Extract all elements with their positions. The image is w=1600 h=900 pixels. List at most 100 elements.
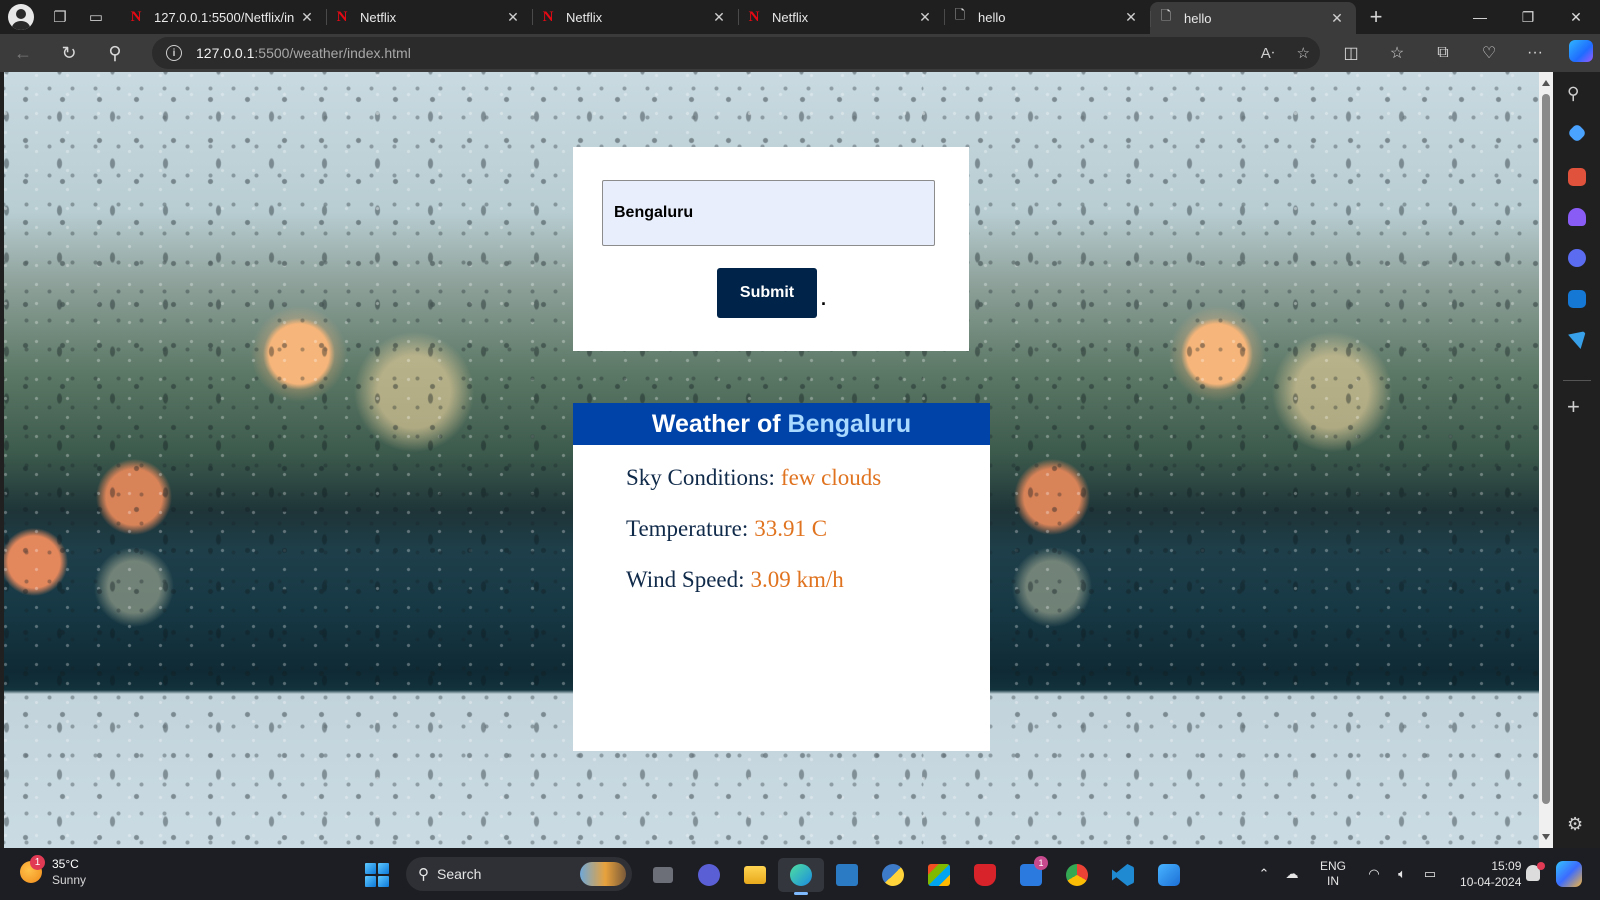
weather-condition: Sunny xyxy=(52,873,87,887)
copilot-icon[interactable] xyxy=(1558,39,1600,67)
refresh-icon[interactable]: ↻ xyxy=(46,43,92,64)
close-tab-icon[interactable]: ✕ xyxy=(298,9,316,26)
onedrive-cloud-icon[interactable]: ☁ xyxy=(1278,866,1306,882)
tab-title: Netflix xyxy=(360,9,397,25)
copilot-taskbar-icon[interactable] xyxy=(1556,861,1582,887)
minimize-icon[interactable]: — xyxy=(1456,0,1504,34)
outlook-icon[interactable] xyxy=(1568,290,1586,308)
close-tab-icon[interactable]: ✕ xyxy=(916,9,934,26)
sidebar-settings-icon[interactable]: ⚙ xyxy=(1567,814,1583,835)
mysql-workbench-icon[interactable] xyxy=(824,858,870,892)
date: 10-04-2024 xyxy=(1460,875,1522,889)
meet-camera-icon[interactable] xyxy=(686,858,732,892)
close-tab-icon[interactable]: ✕ xyxy=(504,9,522,26)
tab-hello[interactable]: 🗋 hello ✕ xyxy=(944,0,1150,34)
sky-value: few clouds xyxy=(780,465,882,490)
restore-icon[interactable]: ❐ xyxy=(1504,0,1552,34)
more-menu-icon[interactable]: ··· xyxy=(1512,44,1558,62)
sky-conditions-row: Sky Conditions: few clouds xyxy=(626,465,881,491)
battery-icon[interactable]: ▭ xyxy=(1416,866,1444,882)
submit-button[interactable]: Submit xyxy=(717,268,817,318)
weather-widget[interactable]: 1 35°C Sunny xyxy=(20,855,87,888)
close-window-icon[interactable]: ✕ xyxy=(1552,0,1600,34)
document-icon: 🗋 xyxy=(954,8,966,23)
sun-icon: 1 xyxy=(20,855,45,883)
edge-browser-icon[interactable] xyxy=(778,858,824,895)
page-scrollbar[interactable] xyxy=(1539,72,1553,848)
time: 15:09 xyxy=(1491,859,1522,873)
city-input[interactable] xyxy=(602,180,935,246)
tab-title: hello xyxy=(1184,10,1212,26)
scroll-down-icon[interactable] xyxy=(1542,834,1550,840)
back-arrow-icon[interactable]: ← xyxy=(0,43,46,64)
read-aloud-icon[interactable]: Aᐧ xyxy=(1261,44,1275,62)
tab-hello-active[interactable]: 🗋 hello ✕ xyxy=(1150,2,1356,34)
language-indicator[interactable]: ENG IN xyxy=(1320,859,1346,889)
search-icon[interactable]: ⚲ xyxy=(92,43,138,64)
tab-title: Netflix xyxy=(772,9,809,25)
file-explorer-icon[interactable] xyxy=(732,858,778,892)
temperature-label: Temperature: xyxy=(626,516,749,541)
tab-netflix-local[interactable]: N 127.0.0.1:5500/Netflix/in ✕ xyxy=(120,0,326,34)
teams-icon[interactable]: 1 xyxy=(1008,856,1054,892)
search-icon: ⚲ xyxy=(418,866,429,883)
favorite-star-icon[interactable]: ☆ xyxy=(1297,44,1310,62)
chrome-icon[interactable] xyxy=(1054,858,1100,892)
windows-start-icon[interactable] xyxy=(365,863,389,887)
taskbar-search-label: Search xyxy=(437,866,482,882)
taskbar-search-box[interactable]: ⚲ Search xyxy=(406,857,632,891)
site-info-icon[interactable]: i xyxy=(166,45,182,61)
browser-essentials-icon[interactable]: ♡ xyxy=(1466,43,1512,63)
copilot-sidebar-icon[interactable] xyxy=(1568,249,1586,267)
new-tab-button[interactable]: + xyxy=(1356,4,1396,30)
close-tab-icon[interactable]: ✕ xyxy=(1328,10,1346,27)
send-icon[interactable] xyxy=(1568,331,1586,349)
close-tab-icon[interactable]: ✕ xyxy=(710,9,728,26)
show-hidden-icons-chevron-icon[interactable]: ⌃ xyxy=(1250,866,1278,882)
clock[interactable]: 15:09 10-04-2024 xyxy=(1460,858,1521,890)
tools-briefcase-icon[interactable] xyxy=(1568,168,1586,186)
region-code: IN xyxy=(1327,874,1339,888)
profile-avatar[interactable] xyxy=(8,4,34,30)
close-tab-icon[interactable]: ✕ xyxy=(1122,9,1140,26)
microsoft-store-icon[interactable] xyxy=(916,858,962,892)
weather-heading: Weather of Bengaluru xyxy=(573,403,990,445)
wifi-icon[interactable]: ◠ xyxy=(1360,866,1388,882)
lang-code: ENG xyxy=(1320,859,1347,873)
task-view-icon[interactable] xyxy=(640,858,686,892)
search-highlight-image xyxy=(580,862,626,886)
sidebar-search-icon[interactable]: ⚲ xyxy=(1567,84,1579,104)
scroll-thumb[interactable] xyxy=(1542,94,1550,804)
shopping-tag-icon[interactable] xyxy=(1567,123,1587,143)
address-bar-actions: Aᐧ ☆ xyxy=(1261,37,1310,69)
navigation-bar: ← ↻ ⚲ i 127.0.0.1:5500/weather/index.htm… xyxy=(0,34,1600,72)
url-path: :5500/weather/index.html xyxy=(254,45,411,61)
games-icon[interactable] xyxy=(1568,208,1586,226)
tab-actions-icon[interactable]: ▭ xyxy=(78,0,114,34)
favorites-icon[interactable]: ☆ xyxy=(1374,43,1420,63)
volume-icon[interactable]: 🔈︎ xyxy=(1388,866,1416,882)
window-controls: — ❐ ✕ xyxy=(1456,0,1600,34)
photos-icon[interactable] xyxy=(1146,858,1192,892)
vscode-icon[interactable] xyxy=(1100,858,1146,892)
tab-title: Netflix xyxy=(566,9,603,25)
address-bar[interactable]: i 127.0.0.1:5500/weather/index.html Aᐧ ☆ xyxy=(152,37,1320,69)
split-screen-icon[interactable]: ◫ xyxy=(1328,43,1374,63)
temperature-value: 33.91 C xyxy=(754,516,828,541)
python-idle-icon[interactable] xyxy=(870,858,916,892)
netflix-icon: N xyxy=(748,8,760,25)
netflix-icon: N xyxy=(542,8,554,25)
teams-badge: 1 xyxy=(1034,856,1048,870)
windows-taskbar: 1 35°C Sunny ⚲ Search 1 ⌃ ☁ ENG IN ◠ 🔈︎ xyxy=(0,848,1600,900)
mcafee-shield-icon[interactable] xyxy=(962,858,1008,892)
workspaces-icon[interactable]: ❐ xyxy=(42,0,78,34)
notification-bell-icon[interactable] xyxy=(1526,862,1545,881)
collections-icon[interactable]: ⧉ xyxy=(1420,44,1466,62)
tab-netflix[interactable]: N Netflix ✕ xyxy=(326,0,532,34)
scroll-up-icon[interactable] xyxy=(1542,80,1550,86)
city-search-card: Submit . xyxy=(573,147,969,351)
tab-netflix[interactable]: N Netflix ✕ xyxy=(738,0,944,34)
tab-netflix[interactable]: N Netflix ✕ xyxy=(532,0,738,34)
add-sidebar-app-icon[interactable]: + xyxy=(1567,394,1580,420)
heading-city: Bengaluru xyxy=(787,409,912,438)
